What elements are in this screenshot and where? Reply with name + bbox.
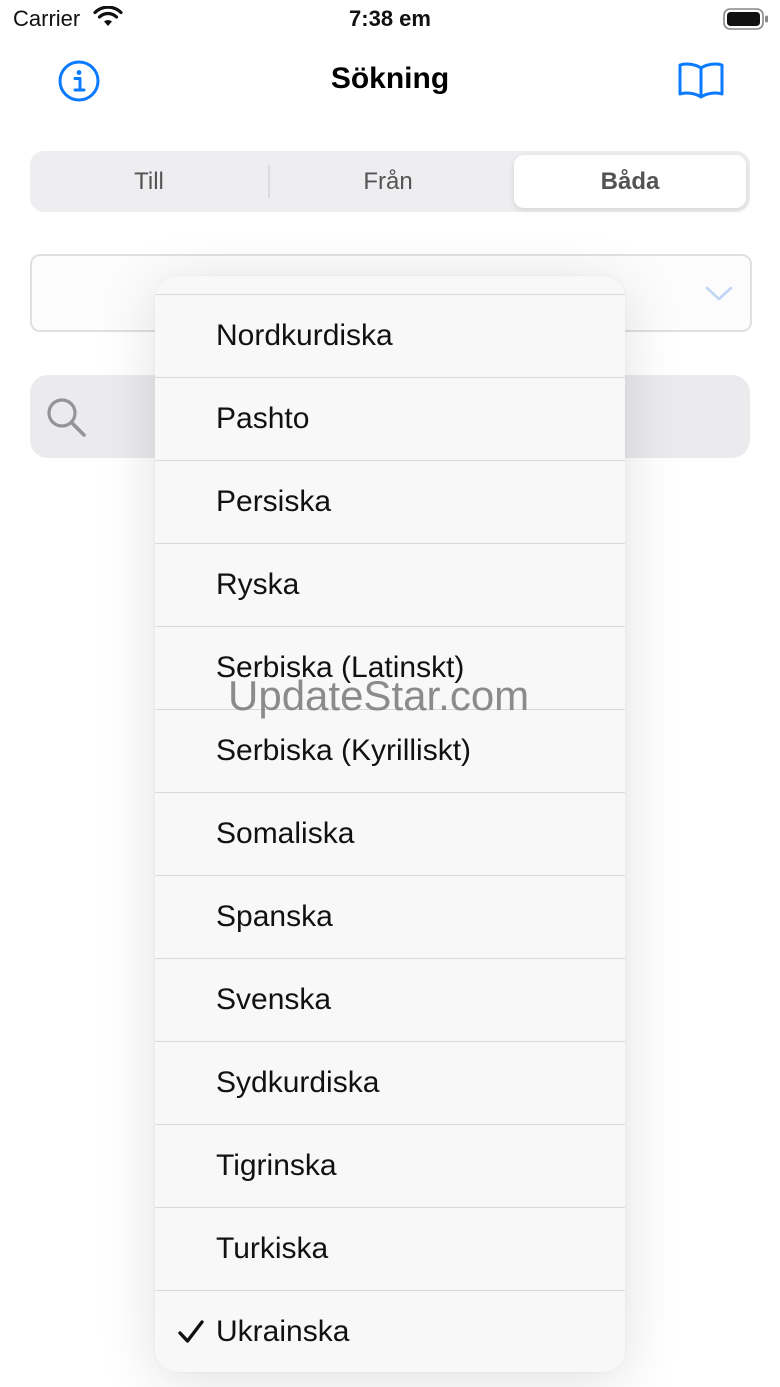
- menu-item-label: Serbiska (Kyrilliskt): [216, 734, 472, 767]
- menu-item[interactable]: Turkiska: [155, 1208, 625, 1291]
- menu-item[interactable]: Spanska: [155, 876, 625, 959]
- menu-item[interactable]: Nordkurdiska: [155, 295, 625, 378]
- menu-item-label: Ukrainska: [216, 1315, 350, 1348]
- menu-item-label: Svenska: [216, 983, 332, 1016]
- battery-icon: [723, 8, 769, 30]
- menu-item-label: Pashto: [216, 402, 310, 435]
- menu-item-label: Somaliska: [216, 817, 355, 850]
- menu-item[interactable]: Serbiska (Kyrilliskt): [155, 710, 625, 793]
- menu-item-label: Persiska: [216, 485, 332, 518]
- book-icon[interactable]: [676, 60, 726, 100]
- menu-item-label: Spanska: [216, 900, 333, 933]
- menu-item-selected[interactable]: Ukrainska: [155, 1291, 625, 1372]
- checkmark-icon: [177, 1318, 205, 1346]
- page-title: Sökning: [330, 62, 450, 95]
- language-menu-list: Nordkurdiska Pashto Persiska Ryska Serbi…: [155, 295, 625, 1372]
- menu-item-label: Turkiska: [216, 1232, 329, 1265]
- menu-item-label: Tigrinska: [216, 1149, 337, 1182]
- language-menu: Nordkurdiska Pashto Persiska Ryska Serbi…: [155, 276, 625, 1372]
- menu-item[interactable]: Svenska: [155, 959, 625, 1042]
- status-bar: Carrier 7:38 em: [0, 0, 780, 40]
- menu-item[interactable]: Somaliska: [155, 793, 625, 876]
- menu-item[interactable]: Ryska: [155, 544, 625, 627]
- menu-item[interactable]: Persiska: [155, 461, 625, 544]
- menu-item-label: Sydkurdiska: [216, 1066, 380, 1099]
- watermark: UpdateStar.com: [228, 672, 530, 719]
- menu-item-label: Nordkurdiska: [216, 319, 393, 352]
- menu-item[interactable]: Tigrinska: [155, 1125, 625, 1208]
- menu-item-label: Ryska: [216, 568, 300, 601]
- status-time: 7:38 em: [349, 6, 431, 31]
- menu-item[interactable]: Sydkurdiska: [155, 1042, 625, 1125]
- menu-item[interactable]: Pashto: [155, 378, 625, 461]
- navigation-bar: Sökning: [0, 40, 780, 120]
